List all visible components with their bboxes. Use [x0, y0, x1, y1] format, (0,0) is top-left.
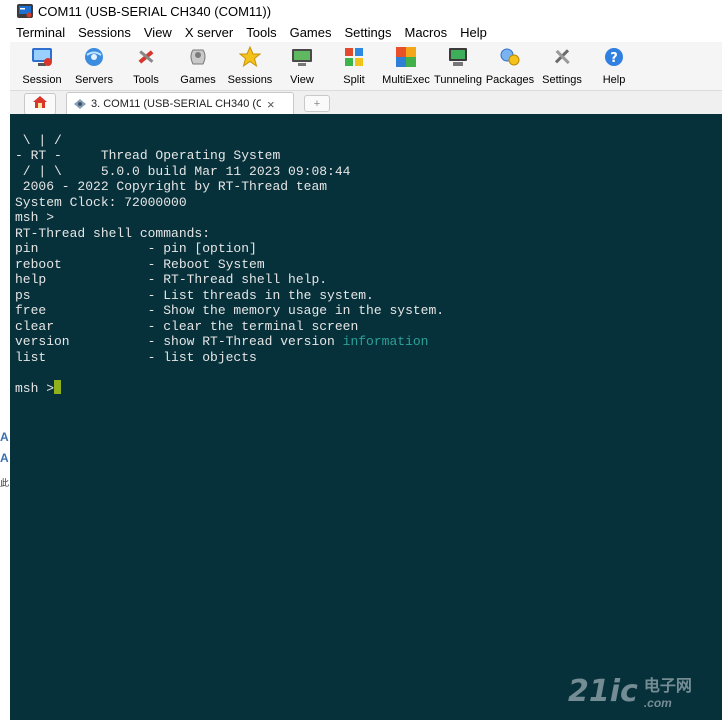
menu-x-server[interactable]: X server	[179, 25, 240, 40]
tunneling-icon	[446, 45, 470, 69]
tunneling-label: Tunneling	[434, 74, 482, 86]
settings-label: Settings	[542, 74, 582, 86]
sessions-button[interactable]: Sessions	[224, 45, 276, 86]
app-icon	[17, 4, 33, 18]
help-icon: ?	[602, 45, 626, 69]
terminal-line: / | \ 5.0.0 build Mar 11 2023 09:08:44	[15, 164, 351, 179]
session-button[interactable]: Session	[16, 45, 68, 86]
packages-icon	[498, 45, 522, 69]
tools-button[interactable]: Tools	[120, 45, 172, 86]
background-window-strip: A A 此	[0, 0, 10, 720]
games-icon	[186, 45, 210, 69]
view-label: View	[290, 74, 314, 86]
games-label: Games	[180, 74, 216, 86]
menu-help[interactable]: Help	[454, 25, 494, 40]
home-icon	[33, 95, 47, 113]
session-label: Session	[22, 74, 62, 86]
settings-button[interactable]: Settings	[536, 45, 588, 86]
tab-bar: 3. COM11 (USB-SERIAL CH340 (CO × +	[10, 90, 722, 115]
tab-com11[interactable]: 3. COM11 (USB-SERIAL CH340 (CO ×	[66, 92, 294, 115]
background-char: A	[0, 451, 9, 465]
servers-icon	[82, 45, 106, 69]
packages-label: Packages	[485, 74, 535, 86]
mobaxterm-window: COM11 (USB-SERIAL CH340 (COM11)) Termina…	[10, 0, 722, 720]
tunneling-button[interactable]: Tunneling	[432, 45, 484, 86]
help-button[interactable]: ? Help	[588, 45, 640, 86]
terminal-line: clear - clear the terminal screen	[15, 319, 359, 334]
menu-tools[interactable]: Tools	[240, 25, 283, 40]
packages-button[interactable]: Packages	[484, 45, 536, 86]
terminal-prompt-line: msh >	[15, 380, 62, 396]
title-bar[interactable]: COM11 (USB-SERIAL CH340 (COM11))	[10, 0, 722, 22]
svg-text:?: ?	[610, 51, 618, 66]
menu-terminal[interactable]: Terminal	[10, 25, 72, 40]
background-char: 此	[0, 478, 10, 488]
watermark-logo: 21ic 电子网 .com	[568, 668, 722, 714]
split-button[interactable]: Split	[328, 45, 380, 86]
tab-com11-label: 3. COM11 (USB-SERIAL CH340 (CO	[91, 98, 261, 110]
games-button[interactable]: Games	[172, 45, 224, 86]
servers-label: Servers	[75, 74, 113, 86]
terminal-area[interactable]: \ | / - RT - Thread Operating System / |…	[10, 114, 722, 720]
tools-label: Tools	[133, 74, 159, 86]
serial-icon	[73, 98, 87, 110]
terminal-line: ps - List threads in the system.	[15, 288, 374, 303]
terminal-line: pin - pin [option]	[15, 241, 257, 256]
servers-button[interactable]: Servers	[68, 45, 120, 86]
menu-games[interactable]: Games	[284, 25, 339, 40]
menu-macros[interactable]: Macros	[398, 25, 454, 40]
multiexec-button[interactable]: MultiExec	[380, 45, 432, 86]
watermark-number: 21ic	[568, 673, 638, 709]
session-icon	[30, 45, 54, 69]
view-icon	[290, 45, 314, 69]
terminal-cursor	[54, 380, 62, 394]
help-label: Help	[602, 74, 626, 86]
menu-sessions[interactable]: Sessions	[72, 25, 138, 40]
terminal-line: \ | /	[15, 133, 62, 148]
terminal-line: reboot - Reboot System	[15, 257, 265, 272]
watermark-cn: 电子网	[643, 678, 692, 695]
terminal-line: free - Show the memory usage in the syst…	[15, 303, 445, 318]
terminal-line: RT-Thread shell commands:	[15, 226, 211, 241]
tools-icon	[134, 45, 158, 69]
version-highlight: information	[342, 334, 429, 349]
toolbar: Session Servers Tools Games Sessions Vie…	[10, 42, 722, 90]
terminal-version-line: version - show RT-Thread version informa…	[15, 334, 428, 349]
terminal-line: msh >	[15, 210, 55, 225]
split-label: Split	[343, 74, 365, 86]
terminal-line: - RT - Thread Operating System	[15, 148, 281, 163]
terminal-line: System Clock: 72000000	[15, 195, 187, 210]
multiexec-label: MultiExec	[382, 74, 430, 86]
background-char: A	[0, 430, 9, 444]
split-icon	[342, 45, 366, 69]
sessions-label: Sessions	[227, 74, 273, 86]
watermark-domain: .com	[643, 696, 672, 710]
settings-icon	[550, 45, 574, 69]
terminal-line: help - RT-Thread shell help.	[15, 272, 328, 287]
menu-view[interactable]: View	[138, 25, 179, 40]
multiexec-icon	[394, 45, 418, 69]
version-text: version - show RT-Thread version	[15, 334, 343, 349]
terminal-line: 2006 - 2022 Copyright by RT-Thread team	[15, 179, 328, 194]
view-button[interactable]: View	[276, 45, 328, 86]
prompt-text: msh >	[15, 381, 55, 396]
tab-home[interactable]	[24, 93, 56, 115]
sessions-star-icon	[238, 45, 262, 69]
menu-bar: Terminal Sessions View X server Tools Ga…	[10, 22, 722, 42]
window-title: COM11 (USB-SERIAL CH340 (COM11))	[38, 3, 272, 19]
terminal-line: list - list objects	[15, 350, 257, 365]
tab-close-icon[interactable]: ×	[267, 97, 275, 112]
new-tab-button[interactable]: +	[304, 95, 330, 112]
menu-settings[interactable]: Settings	[339, 25, 399, 40]
